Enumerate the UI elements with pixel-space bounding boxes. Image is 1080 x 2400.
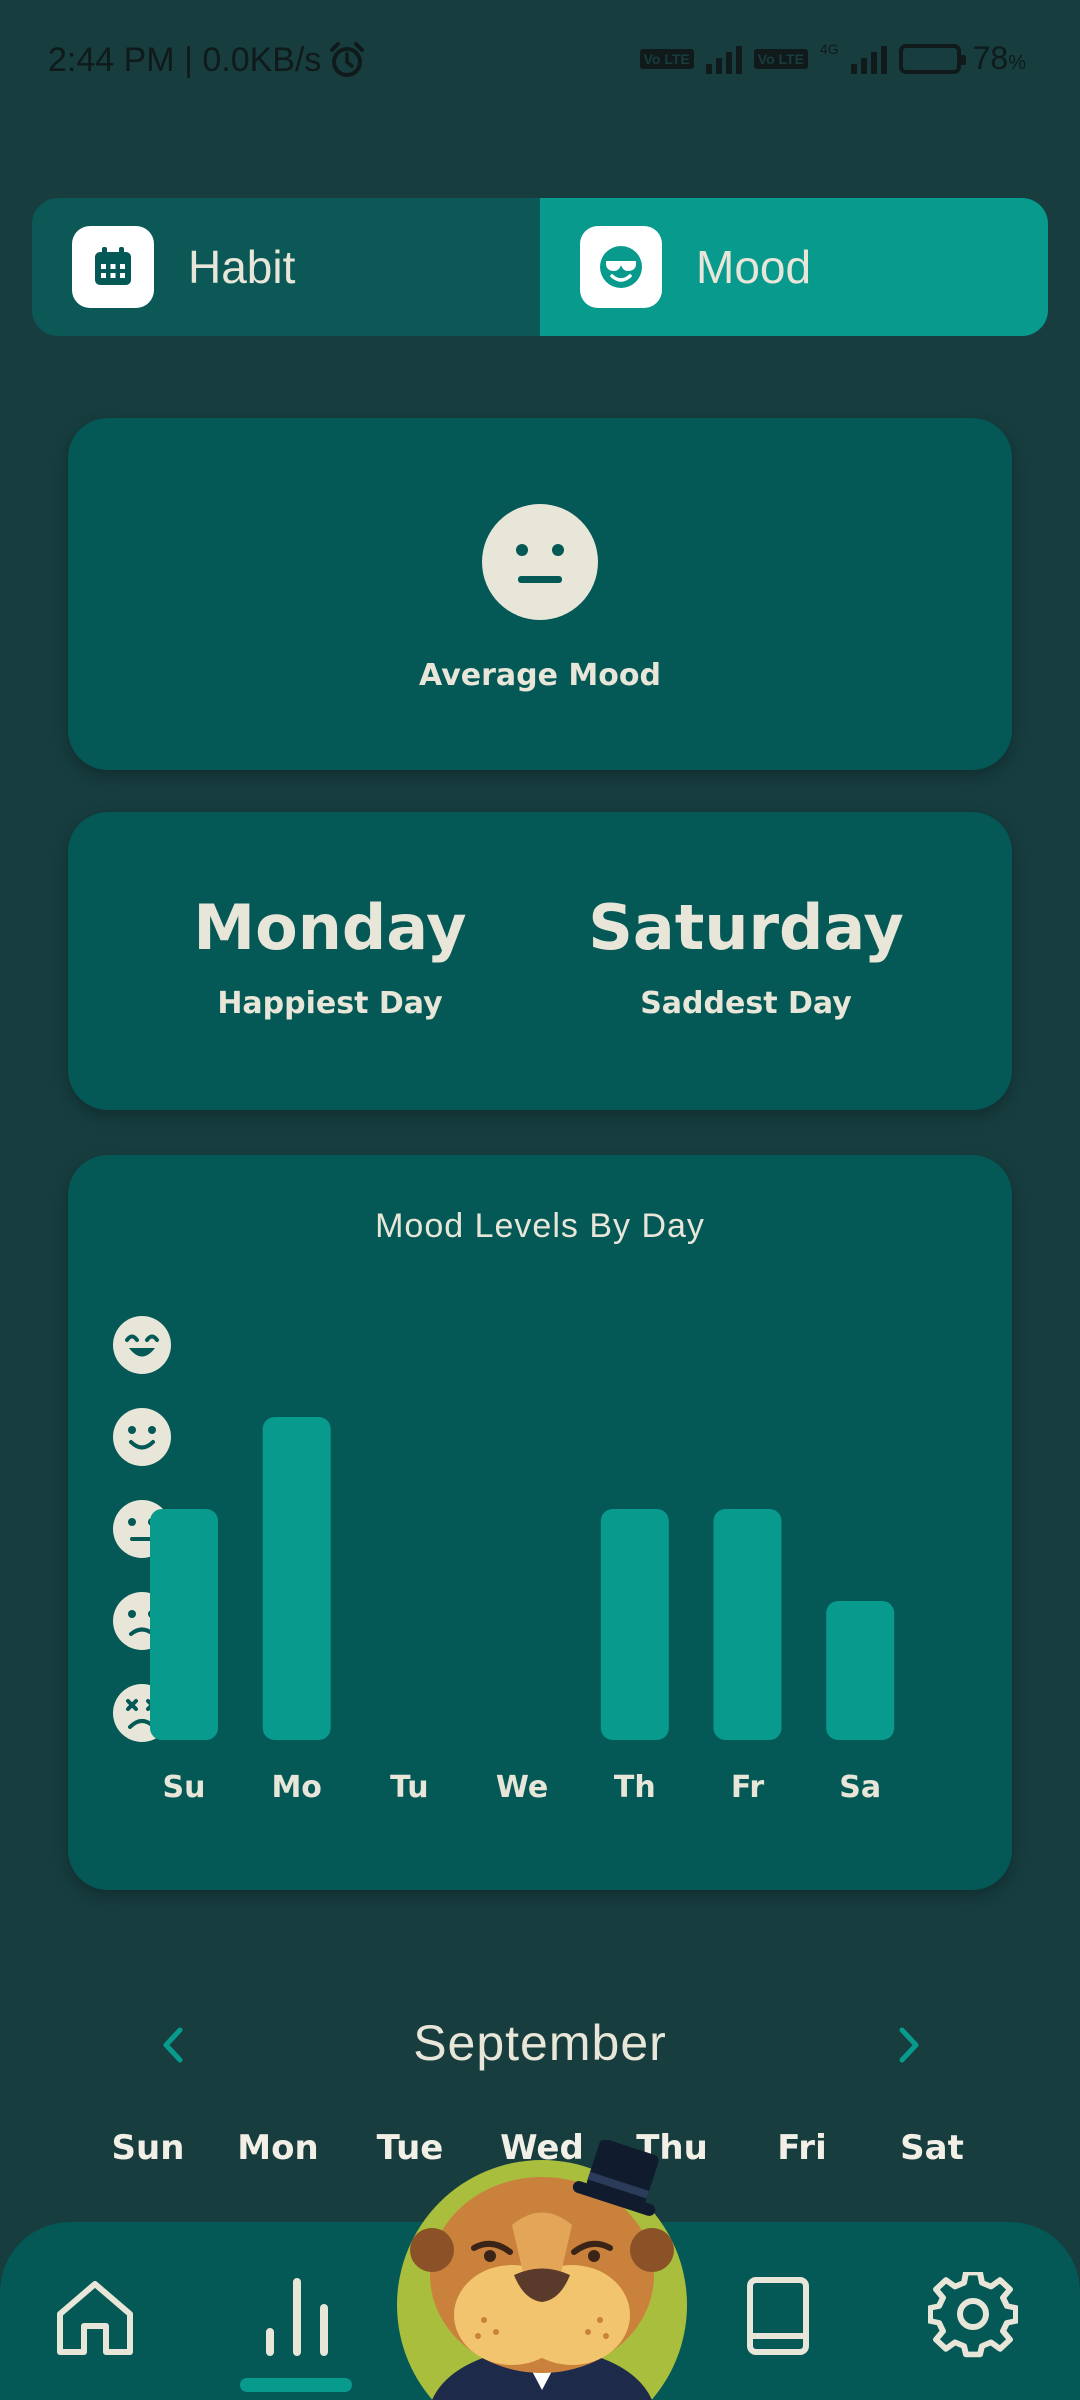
calendar-icon (72, 226, 154, 308)
happiest-day: Monday Happiest Day (130, 891, 530, 1022)
bar-th (600, 1509, 669, 1740)
status-right: Vo LTE Vo LTE 4G 78% (639, 40, 1026, 77)
cool-face-icon (580, 226, 662, 308)
bar-fr (713, 1509, 782, 1740)
weekday-sat: Sat (900, 2128, 964, 2168)
x-tick-label: Su (163, 1770, 206, 1805)
saddest-day-label: Saddest Day (640, 986, 852, 1021)
home-icon[interactable] (50, 2272, 140, 2362)
x-tick-label: Tu (390, 1770, 429, 1805)
happiest-day-label: Happiest Day (217, 986, 443, 1021)
happiest-day-value: Monday (193, 891, 467, 964)
day-summary-card: Monday Happiest Day Saturday Saddest Day (68, 812, 1012, 1110)
x-tick-label: We (496, 1770, 548, 1805)
settings-icon[interactable] (928, 2272, 1018, 2362)
tab-habit-label: Habit (188, 241, 296, 293)
saddest-day-value: Saturday (588, 891, 904, 964)
mood-bar-chart: Su Mo Tu We Th Fr Sa (113, 1316, 895, 1805)
bar-su (150, 1509, 218, 1740)
status-time: 2:44 PM | 0.0KB/s (48, 40, 322, 79)
saddest-day: Saturday Saddest Day (546, 891, 946, 1022)
average-mood-label: Average Mood (419, 658, 661, 693)
happy-face-icon (113, 1408, 171, 1466)
weekday-mon: Mon (237, 2128, 319, 2168)
tab-habit[interactable]: Habit (32, 198, 540, 336)
x-tick-label: Fr (731, 1770, 765, 1805)
active-tab-indicator (240, 2378, 352, 2392)
network-type: 4G (819, 40, 839, 57)
x-tick-label: Sa (839, 1770, 881, 1805)
battery-icon (898, 43, 966, 74)
alarm-icon (330, 42, 365, 77)
x-tick-label: Mo (271, 1770, 321, 1805)
weekday-sun: Sun (111, 2128, 185, 2168)
mascot-otter[interactable] (392, 2140, 692, 2400)
great-face-icon (113, 1316, 171, 1374)
month-selector: September (0, 2000, 1080, 2090)
book-icon[interactable] (732, 2272, 822, 2362)
bar-sa (826, 1601, 895, 1740)
signal-icon (705, 44, 742, 74)
bar-mo (262, 1417, 331, 1740)
neutral-face-icon (482, 504, 598, 620)
status-bar: 2:44 PM | 0.0KB/s Vo LTE Vo LTE 4G 78% (0, 0, 1080, 120)
stats-tab-switcher: Habit Mood (32, 198, 1048, 336)
tab-mood[interactable]: Mood (540, 198, 1048, 336)
volte-badge: Vo LTE (753, 48, 808, 69)
average-mood-card: Average Mood (68, 418, 1012, 770)
signal-icon (850, 44, 887, 74)
stats-icon[interactable] (252, 2272, 342, 2362)
status-left: 2:44 PM | 0.0KB/s (48, 40, 367, 80)
weekday-fri: Fri (777, 2128, 827, 2168)
mood-chart-card: Mood Levels By Day Su Mo Tu We Th Fr Sa (68, 1155, 1012, 1890)
chevron-right-icon[interactable] (882, 2018, 936, 2072)
tab-mood-label: Mood (696, 241, 812, 293)
x-tick-label: Th (614, 1770, 656, 1805)
battery-percent: 78% (972, 40, 1026, 76)
volte-badge: Vo LTE (639, 48, 694, 69)
